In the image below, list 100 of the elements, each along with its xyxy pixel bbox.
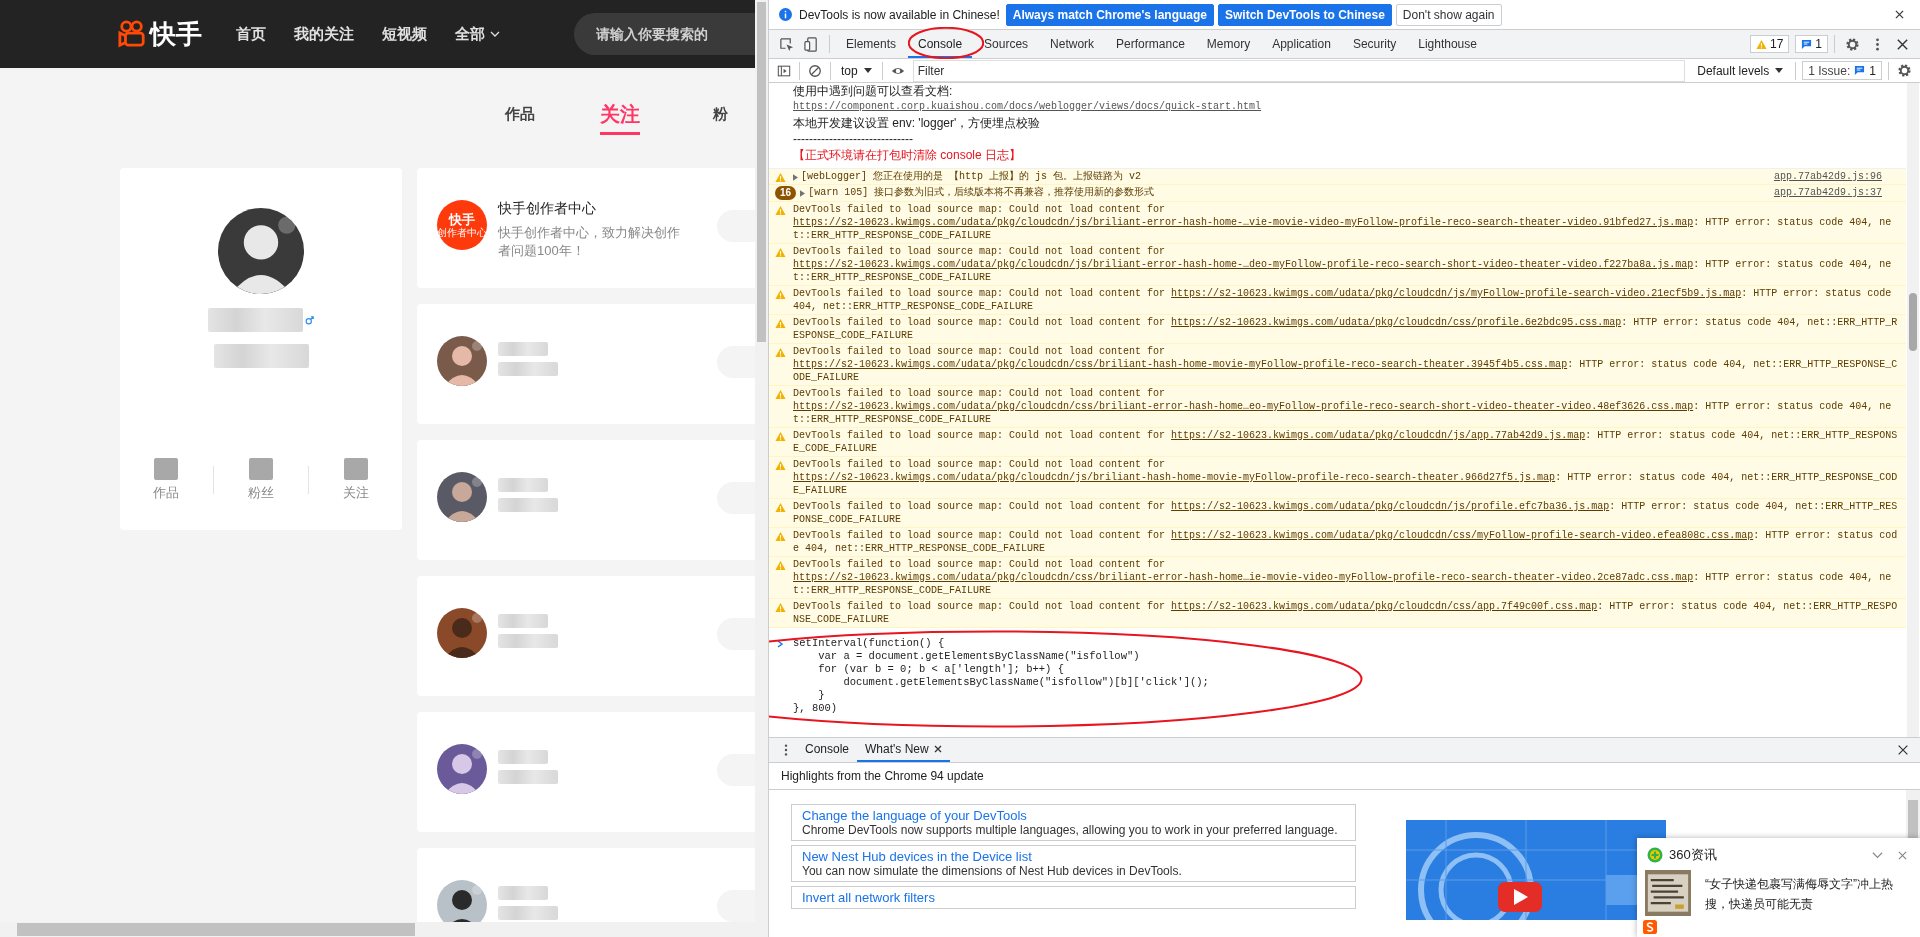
- camera-logo-icon[interactable]: [118, 19, 146, 49]
- feature-description: Chrome DevTools now supports multiple languages, allowing you to work in your preferred language.: [802, 823, 1339, 837]
- issues-button[interactable]: 1 Issue: 1: [1802, 61, 1882, 80]
- console-message: 本地开发建议设置 env: 'logger'，方便埋点校验: [793, 116, 1041, 130]
- code-input[interactable]: setInterval(function() { var a = document.getElementsByClassName("isfollow") for (var b = 0; b < a['length']; b++) { document.getElementsByClassName("isfollow")[b]['click'](); } }, 800): [793, 637, 1898, 715]
- devtools-tab[interactable]: Elements: [836, 30, 907, 58]
- redacted-description: [498, 634, 558, 648]
- console-message: ------------------------------: [793, 132, 913, 146]
- redacted-count: [344, 458, 368, 480]
- infobar-button[interactable]: Always match Chrome's language: [1005, 3, 1215, 26]
- message-icon: [1854, 65, 1866, 76]
- redacted-name: [498, 750, 548, 764]
- messages-badge[interactable]: 1: [1795, 35, 1828, 53]
- redacted-name: [498, 886, 548, 900]
- redacted-count: [249, 458, 273, 480]
- redacted-name: [498, 614, 548, 628]
- console-scrollbar[interactable]: [1907, 83, 1919, 737]
- source-map-link[interactable]: https://s2-10623.kwimgs.com/udata/pkg/cloudcdn/js/app.77ab42d9.js.map: [1171, 430, 1586, 441]
- source-map-link[interactable]: https://s2-10623.kwimgs.com/udata/pkg/cloudcdn/css/myFollow-profile-search-video.efea808c.css.map: [1171, 530, 1754, 541]
- source-link[interactable]: app.77ab42d9.js:96: [1773, 170, 1882, 183]
- source-map-link[interactable]: https://s2-10623.kwimgs.com/udata/pkg/cloudcdn/js/profile.efc7ba36.js.map: [1171, 501, 1610, 512]
- warning-icon: [775, 460, 786, 471]
- log-levels-dropdown[interactable]: Default levels: [1689, 63, 1792, 78]
- ime-logo-icon[interactable]: [1643, 920, 1657, 934]
- source-map-link[interactable]: https://s2-10623.kwimgs.com/udata/pkg/cloudcdn/js/briliant-error-hash-home-…vie-movie-video-myFollow-profile-reco-search-theater-video.91bfed27.js.map: [793, 217, 1694, 228]
- male-icon: [305, 315, 314, 325]
- console-message: 【正式环境请在打包时清除 console 日志】: [793, 148, 1022, 162]
- follow-name[interactable]: 快手创作者中心: [498, 200, 698, 218]
- chevron-down-icon[interactable]: [1872, 850, 1883, 860]
- redacted-name: [498, 478, 548, 492]
- console-message: [warn 105] 接口参数为旧式，后续版本将不再兼容，推荐使用新的参数形式: [808, 186, 1155, 199]
- console-message: DevTools failed to load source map: Could not load content for https://s2-10623.kwimgs.com/udata/pkg/cloudcdn/css/profile.6e2bdc95.css.map: HTTP error: status code 404, net::ERR_HTTP_RESPONSE_CODE_FAILURE: [793, 316, 1898, 342]
- redacted-description: [498, 498, 558, 512]
- feature-link[interactable]: Change the language of your DevTools: [802, 808, 1345, 823]
- drawer-tab[interactable]: Console: [797, 738, 858, 762]
- source-map-link[interactable]: https://s2-10623.kwimgs.com/udata/pkg/cloudcdn/css/briliant-error-hash-home…eo-myFollow-profile-reco-search-short-video-theater-video.48ef3626.css.map: [793, 401, 1694, 412]
- stat-label: 关注: [343, 484, 369, 502]
- console-message: DevTools failed to load source map: Could not load content for https://s2-10623.kwimgs.com/udata/pkg/cloudcdn/js/app.77ab42d9.js.map: HTTP error: status code 404, net::ERR_HTTP_RESPONSE_CODE_FAILURE: [793, 429, 1898, 455]
- source-map-link[interactable]: https://s2-10623.kwimgs.com/udata/pkg/cloudcdn/js/myFollow-profile-search-video.21ecf5b9.js.map: [1171, 288, 1742, 299]
- nav-link[interactable]: 首页: [236, 24, 266, 44]
- devtools-tab[interactable]: Performance: [1106, 30, 1195, 58]
- caret-icon: [863, 68, 872, 73]
- devtools-tab[interactable]: Memory: [1196, 30, 1261, 58]
- source-link[interactable]: app.77ab42d9.js:37: [1773, 186, 1882, 199]
- feature-link[interactable]: New Nest Hub devices in the Device list: [802, 849, 1345, 864]
- console-message: [webLogger] 您正在使用的是 【http 上报】的 js 包。上报链路为 v2: [801, 170, 1142, 183]
- source-map-link[interactable]: https://s2-10623.kwimgs.com/udata/pkg/cloudcdn/css/app.7f49c00f.css.map: [1171, 601, 1598, 612]
- warning-icon: [775, 205, 786, 216]
- feature-link[interactable]: Invert all network filters: [802, 890, 1345, 905]
- info-icon: [779, 8, 792, 21]
- stat-label: 作品: [153, 484, 179, 502]
- nav-link[interactable]: 全部: [455, 24, 500, 44]
- search-field[interactable]: 请输入你要搜索的: [574, 13, 755, 55]
- expand-triangle-icon[interactable]: [800, 190, 806, 197]
- close-icon[interactable]: [1895, 10, 1904, 19]
- devtools-tab[interactable]: Network: [1040, 30, 1105, 58]
- devtools-tab[interactable]: Lighthouse: [1408, 30, 1487, 58]
- devtools-tab[interactable]: Sources: [974, 30, 1039, 58]
- devtools-tab[interactable]: Security: [1342, 30, 1407, 58]
- drawer-tab[interactable]: What's New: [857, 738, 950, 762]
- warnings-badge[interactable]: 17: [1749, 35, 1790, 53]
- source-map-link[interactable]: https://s2-10623.kwimgs.com/udata/pkg/cloudcdn/js/briliant-error-hash-home-…deo-myFollow-profile-reco-search-short-video-theater-video.f227ba8a.js.map: [793, 259, 1694, 270]
- source-map-link[interactable]: https://s2-10623.kwimgs.com/udata/pkg/cloudcdn/css/briliant-error-hash-home…ie-movie-video-myFollow-profile-reco-search-theater-video.2ce87adc.css.map: [793, 572, 1694, 583]
- warning-icon: [775, 289, 786, 300]
- source-map-link[interactable]: https://s2-10623.kwimgs.com/udata/pkg/cloudcdn/js/briliant-hash-home-movie-myFollow-profile-reco-search-theater.966d27f5.js.map: [793, 472, 1556, 483]
- vertical-scrollbar[interactable]: [755, 0, 768, 937]
- stat-label: 粉丝: [248, 484, 274, 502]
- warning-icon: [775, 531, 786, 542]
- warning-icon: [775, 560, 786, 571]
- warning-icon: [775, 172, 786, 183]
- filter-field[interactable]: Filter: [912, 59, 1686, 82]
- site-logo-text[interactable]: 快手: [150, 16, 202, 52]
- expand-triangle-icon[interactable]: [793, 174, 798, 181]
- caret-icon: [1775, 68, 1784, 73]
- news-headline[interactable]: “女子快递包裹写满侮辱文字”冲上热搜，快递员可能无责: [1705, 870, 1912, 916]
- close-icon[interactable]: [933, 745, 942, 753]
- console-link[interactable]: https://component.corp.kuaishou.com/docs/weblogger/views/docs/quick-start.html: [793, 100, 1262, 114]
- avatar-text: 快手: [449, 212, 475, 227]
- feature-description: You can now simulate the dimensions of Nest Hub devices in DevTools.: [802, 864, 1183, 878]
- repeat-count-badge: 16: [775, 186, 797, 200]
- profile-tab[interactable]: 作品: [500, 105, 540, 131]
- warning-icon: [775, 347, 786, 358]
- nav-link[interactable]: 短视频: [382, 24, 427, 44]
- avatar-text: 创作者中心: [437, 226, 487, 238]
- infobar-button[interactable]: Switch DevTools to Chinese: [1218, 3, 1392, 26]
- infobar-message: DevTools is now available in Chinese!: [799, 7, 1000, 22]
- nav-link[interactable]: 我的关注: [294, 24, 354, 44]
- drawer-heading: Highlights from the Chrome 94 update: [769, 763, 1920, 790]
- profile-tab[interactable]: 粉: [700, 105, 740, 131]
- warning-icon: [775, 389, 786, 400]
- devtools-tab[interactable]: Application: [1262, 30, 1341, 58]
- source-map-link[interactable]: https://s2-10623.kwimgs.com/udata/pkg/cloudcdn/css/profile.6e2bdc95.css.map: [1171, 317, 1622, 328]
- warning-icon: [775, 431, 786, 442]
- redacted-name: [498, 342, 548, 356]
- context-dropdown[interactable]: top: [835, 63, 878, 78]
- redacted-count: [154, 458, 178, 480]
- infobar-button[interactable]: Don't show again: [1395, 3, 1502, 26]
- news-source: 360资讯: [1669, 846, 1717, 864]
- warning-icon: [1755, 38, 1767, 50]
- source-map-link[interactable]: https://s2-10623.kwimgs.com/udata/pkg/cloudcdn/css/briliant-hash-home-movie-myFollow-profile-reco-search-theater.3945f4b5.css.map: [793, 359, 1568, 370]
